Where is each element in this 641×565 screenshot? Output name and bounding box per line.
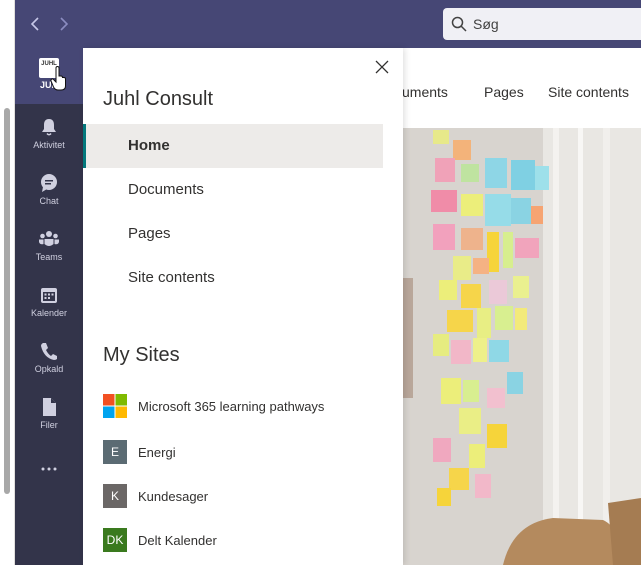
rail-item-label: Opkald: [34, 364, 64, 374]
site-name: Delt Kalender: [138, 532, 217, 548]
site-link-energi[interactable]: E Energi: [103, 440, 176, 464]
site-nav-site-contents[interactable]: Site contents: [548, 84, 629, 100]
more-apps-button[interactable]: [15, 452, 83, 508]
site-link-learning-pathways[interactable]: Microsoft 365 learning pathways: [103, 394, 324, 418]
top-bar: [15, 0, 641, 48]
file-icon: [43, 398, 56, 416]
rail-item-juhl[interactable]: JUHL JUH: [15, 48, 83, 104]
mouse-cursor-icon: [50, 66, 66, 91]
phone-icon: [41, 343, 57, 360]
search-icon: [451, 16, 467, 32]
calendar-icon: [41, 288, 57, 303]
app-rail: JUHL JUH Aktivitet Chat Teams Kalender O…: [15, 48, 83, 565]
site-tile: E: [103, 440, 127, 464]
panel-nav-documents[interactable]: Documents: [83, 168, 383, 212]
site-nav-pages[interactable]: Pages: [484, 84, 524, 100]
site-navigation-panel: Juhl Consult Home Documents Pages Site c…: [83, 48, 403, 565]
back-button[interactable]: [24, 12, 46, 36]
site-tile: K: [103, 484, 127, 508]
rail-item-chat[interactable]: Chat: [15, 166, 83, 222]
search-box[interactable]: [443, 8, 641, 40]
rail-item-label: Aktivitet: [33, 140, 65, 150]
bell-icon: [42, 119, 56, 136]
panel-nav-pages[interactable]: Pages: [83, 212, 383, 256]
rail-item-teams[interactable]: Teams: [15, 222, 83, 278]
rail-item-filer[interactable]: Filer: [15, 390, 83, 446]
rail-item-label: Chat: [39, 196, 59, 206]
teams-icon: [39, 231, 59, 246]
left-strip: [0, 0, 15, 565]
chat-icon: [41, 174, 57, 192]
site-title: Juhl Consult: [103, 88, 214, 110]
rail-item-aktivitet[interactable]: Aktivitet: [15, 110, 83, 166]
forward-button[interactable]: [53, 12, 75, 36]
close-icon: [375, 60, 389, 74]
panel-nav-site-contents[interactable]: Site contents: [83, 256, 383, 300]
close-panel-button[interactable]: [373, 58, 391, 76]
site-link-kundesager[interactable]: K Kundesager: [103, 484, 208, 508]
rail-item-label: Teams: [35, 252, 63, 262]
panel-nav-home[interactable]: Home: [83, 124, 383, 168]
microsoft-logo-icon: [103, 394, 127, 418]
site-link-delt-kalender[interactable]: DK Delt Kalender: [103, 528, 217, 552]
site-tile: DK: [103, 528, 127, 552]
hero-image: [403, 128, 641, 565]
chevron-right-icon: [60, 17, 69, 31]
site-name: Energi: [138, 444, 176, 460]
more-icon: [41, 467, 57, 471]
my-sites-heading: My Sites: [103, 344, 180, 366]
teams-window: cuments Pages Site contents: [0, 0, 641, 565]
chevron-left-icon: [30, 17, 39, 31]
site-name: Kundesager: [138, 488, 209, 504]
search-input[interactable]: [473, 16, 633, 32]
rail-item-opkald[interactable]: Opkald: [15, 334, 83, 390]
rail-item-label: Filer: [40, 420, 58, 430]
rail-item-label: Kalender: [30, 308, 68, 318]
site-name: Microsoft 365 learning pathways: [138, 398, 325, 414]
rail-item-kalender[interactable]: Kalender: [15, 278, 83, 334]
scrollbar[interactable]: [4, 108, 10, 494]
